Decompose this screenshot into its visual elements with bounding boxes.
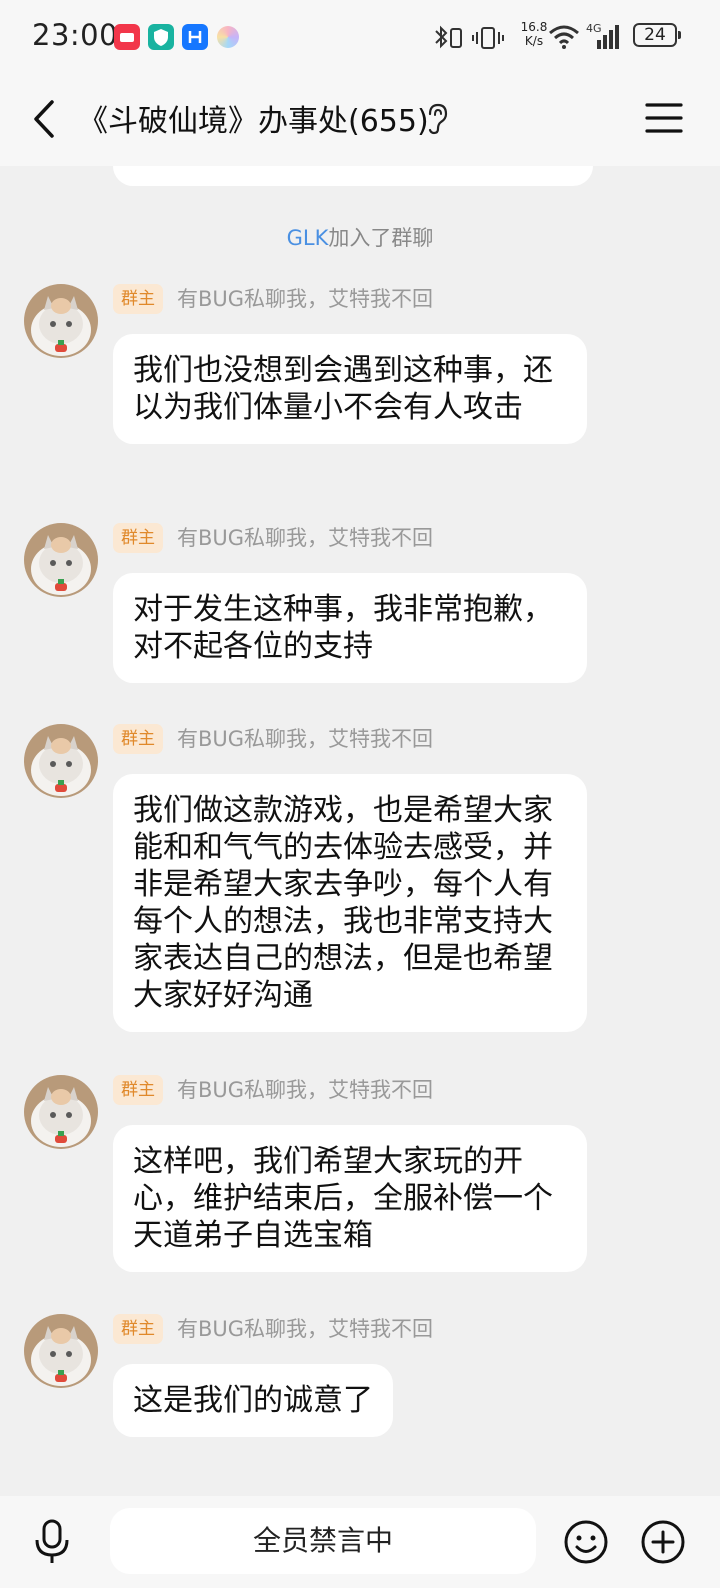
owner-badge: 群主 (113, 284, 163, 314)
app-icon-red (114, 24, 140, 50)
status-bar: 23:00 16.8 K/s 4G 24 (0, 0, 720, 76)
sender-name[interactable]: 有BUG私聊我，艾特我不回 (177, 523, 433, 553)
joined-notice-text: 加入了群聊 (328, 226, 434, 250)
app-icon-blue (182, 24, 208, 50)
emoji-button[interactable] (563, 1519, 609, 1565)
battery-indicator: 24 (633, 23, 681, 47)
avatar[interactable] (24, 724, 98, 798)
app-icon-shield (148, 24, 174, 50)
ear-icon[interactable] (424, 102, 450, 136)
message-bubble[interactable]: 对于发生这种事，我非常抱歉，对不起各位的支持 (113, 573, 587, 683)
status-time: 23:00 (32, 18, 119, 52)
input-bar: 全员禁言中 (0, 1496, 720, 1588)
avatar[interactable] (24, 284, 98, 358)
sender-name[interactable]: 有BUG私聊我，艾特我不回 (177, 724, 433, 754)
system-notice: GLK加入了群聊 (0, 222, 720, 252)
signal-icon (597, 25, 619, 49)
message-bubble[interactable]: 我们做这款游戏，也是希望大家能和和气气的去体验去感受，并非是希望大家去争吵，每个… (113, 774, 587, 1032)
app-icon-pastel (217, 26, 239, 48)
muted-input-field: 全员禁言中 (110, 1508, 536, 1574)
chat-header: 《斗破仙境》办事处(655) (0, 76, 720, 166)
owner-badge: 群主 (113, 1075, 163, 1105)
sender-name[interactable]: 有BUG私聊我，艾特我不回 (177, 284, 433, 314)
owner-badge: 群主 (113, 724, 163, 754)
avatar[interactable] (24, 1075, 98, 1149)
voice-input-button[interactable] (32, 1518, 72, 1566)
sender-name[interactable]: 有BUG私聊我，艾特我不回 (177, 1075, 433, 1105)
message-bubble[interactable]: 这样吧，我们希望大家玩的开心，维护结束后，全服补偿一个天道弟子自选宝箱 (113, 1125, 587, 1272)
more-options-button[interactable] (640, 1519, 686, 1565)
net-speed: 16.8 K/s (520, 20, 548, 48)
sender-name[interactable]: 有BUG私聊我，艾特我不回 (177, 1314, 433, 1344)
menu-button[interactable] (644, 98, 684, 138)
message-bubble[interactable]: 这是我们的诚意了 (113, 1364, 393, 1437)
bluetooth-vibrate-icon (435, 25, 462, 49)
owner-badge: 群主 (113, 1314, 163, 1344)
wifi-icon (549, 25, 579, 49)
joined-user-name[interactable]: GLK (287, 226, 329, 250)
previous-message-bubble (113, 166, 593, 186)
back-button[interactable] (24, 94, 64, 144)
message-bubble[interactable]: 我们也没想到会遇到这种事，还以为我们体量小不会有人攻击 (113, 334, 587, 444)
avatar[interactable] (24, 1314, 98, 1388)
vibrate-icon (472, 27, 504, 49)
avatar[interactable] (24, 523, 98, 597)
owner-badge: 群主 (113, 523, 163, 553)
chat-title[interactable]: 《斗破仙境》办事处(655) (78, 96, 429, 140)
chat-message-list[interactable]: GLK加入了群聊 群主 有BUG私聊我，艾特我不回 我们也没想到会遇到这种事，还… (0, 166, 720, 1496)
